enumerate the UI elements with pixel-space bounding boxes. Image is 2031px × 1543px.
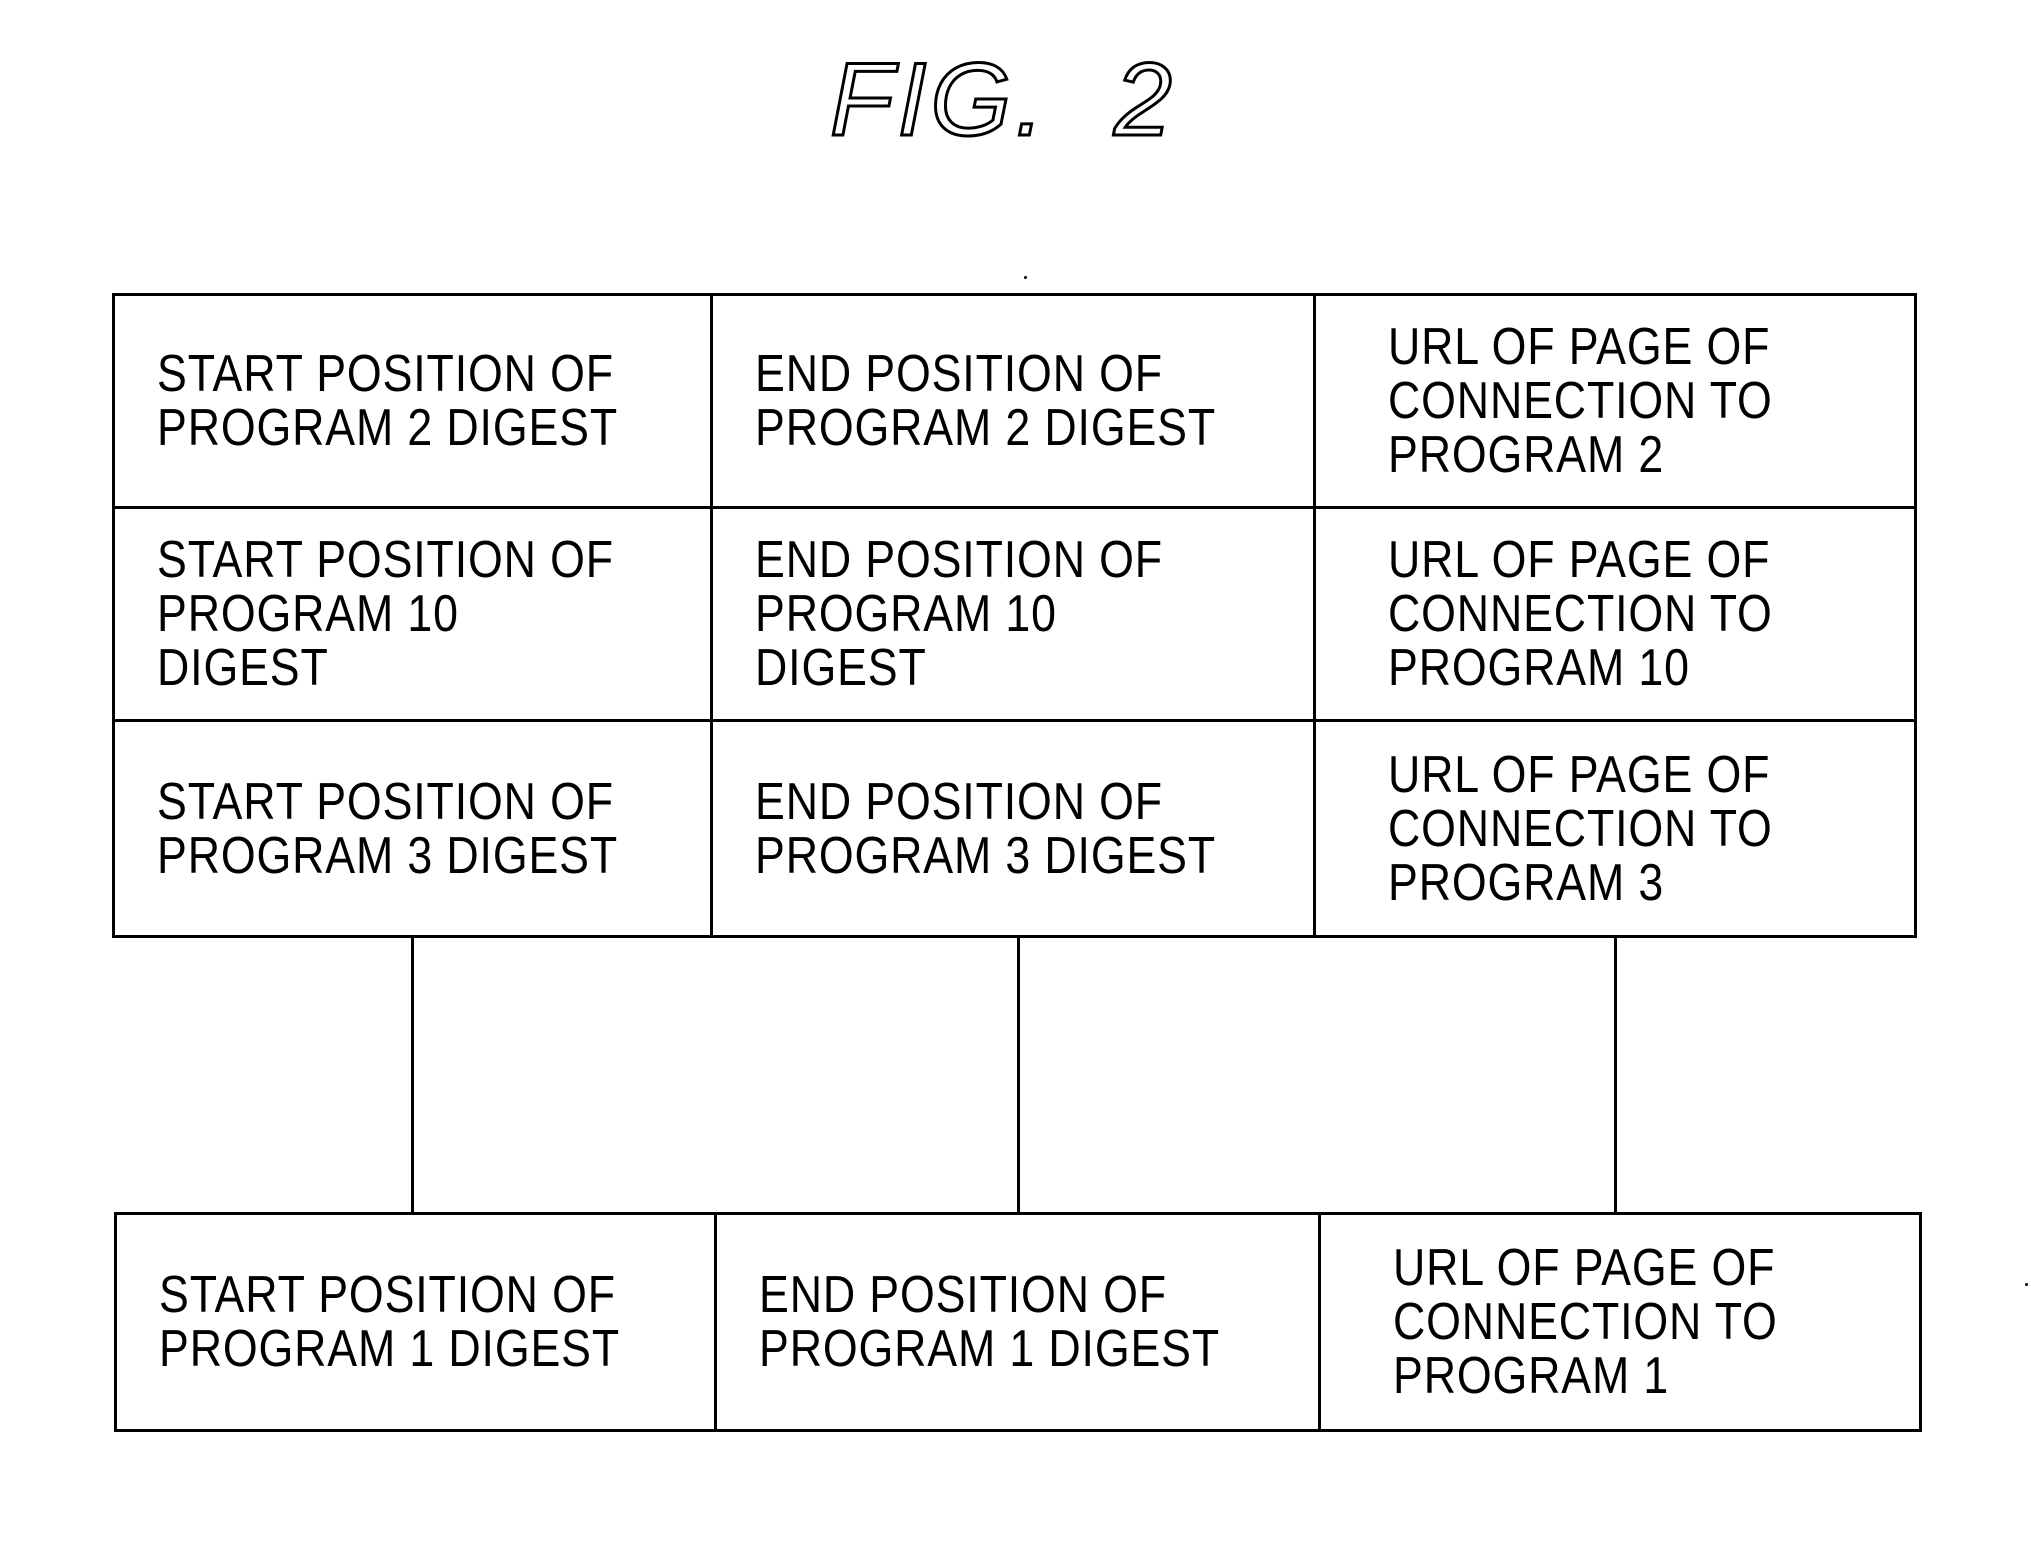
cell-label: END POSITION OF PROGRAM 2 DIGEST <box>755 345 1217 457</box>
table-cell-start-position: START POSITION OF PROGRAM 2 DIGEST <box>115 296 713 509</box>
figure-title: FIG. 2 <box>829 41 1176 160</box>
digest-table-stack: START POSITION OF PROGRAM 2 DIGEST END P… <box>112 293 1917 938</box>
table-cell-end-position: END POSITION OF PROGRAM 3 DIGEST <box>713 722 1316 935</box>
table-cell-end-position: END POSITION OF PROGRAM 2 DIGEST <box>713 296 1316 509</box>
cell-label: END POSITION OF PROGRAM 10 DIGEST <box>755 531 1163 697</box>
cell-label: START POSITION OF PROGRAM 1 DIGEST <box>159 1266 621 1378</box>
scan-speck <box>1024 276 1027 279</box>
program-1-digest-table: START POSITION OF PROGRAM 1 DIGEST END P… <box>114 1212 1922 1432</box>
cell-label: START POSITION OF PROGRAM 10 DIGEST <box>157 531 614 697</box>
cell-label: END POSITION OF PROGRAM 3 DIGEST <box>755 772 1217 885</box>
cell-label: START POSITION OF PROGRAM 3 DIGEST <box>157 772 619 885</box>
cell-label: URL OF PAGE OF CONNECTION TO PROGRAM 10 <box>1388 531 1773 697</box>
table-cell-url: URL OF PAGE OF CONNECTION TO PROGRAM 2 <box>1316 296 1914 509</box>
cell-label: URL OF PAGE OF CONNECTION TO PROGRAM 3 <box>1388 745 1773 912</box>
table-cell-end-position: END POSITION OF PROGRAM 10 DIGEST <box>713 509 1316 722</box>
cell-label: END POSITION OF PROGRAM 1 DIGEST <box>759 1266 1221 1378</box>
table-cell-end-position: END POSITION OF PROGRAM 1 DIGEST <box>717 1215 1321 1429</box>
cell-label: URL OF PAGE OF CONNECTION TO PROGRAM 1 <box>1393 1239 1778 1405</box>
table-cell-url: URL OF PAGE OF CONNECTION TO PROGRAM 10 <box>1316 509 1914 722</box>
table-cell-url: URL OF PAGE OF CONNECTION TO PROGRAM 3 <box>1316 722 1914 935</box>
cell-label: URL OF PAGE OF CONNECTION TO PROGRAM 2 <box>1388 318 1773 484</box>
table-cell-start-position: START POSITION OF PROGRAM 3 DIGEST <box>115 722 713 935</box>
connector-line-start <box>411 937 414 1215</box>
connector-line-url <box>1614 937 1617 1215</box>
connector-line-end <box>1017 937 1020 1215</box>
cell-label: START POSITION OF PROGRAM 2 DIGEST <box>157 345 619 457</box>
table-cell-start-position: START POSITION OF PROGRAM 10 DIGEST <box>115 509 713 722</box>
scan-speck <box>2025 1283 2028 1286</box>
table-cell-start-position: START POSITION OF PROGRAM 1 DIGEST <box>117 1215 717 1429</box>
table-cell-url: URL OF PAGE OF CONNECTION TO PROGRAM 1 <box>1321 1215 1919 1429</box>
